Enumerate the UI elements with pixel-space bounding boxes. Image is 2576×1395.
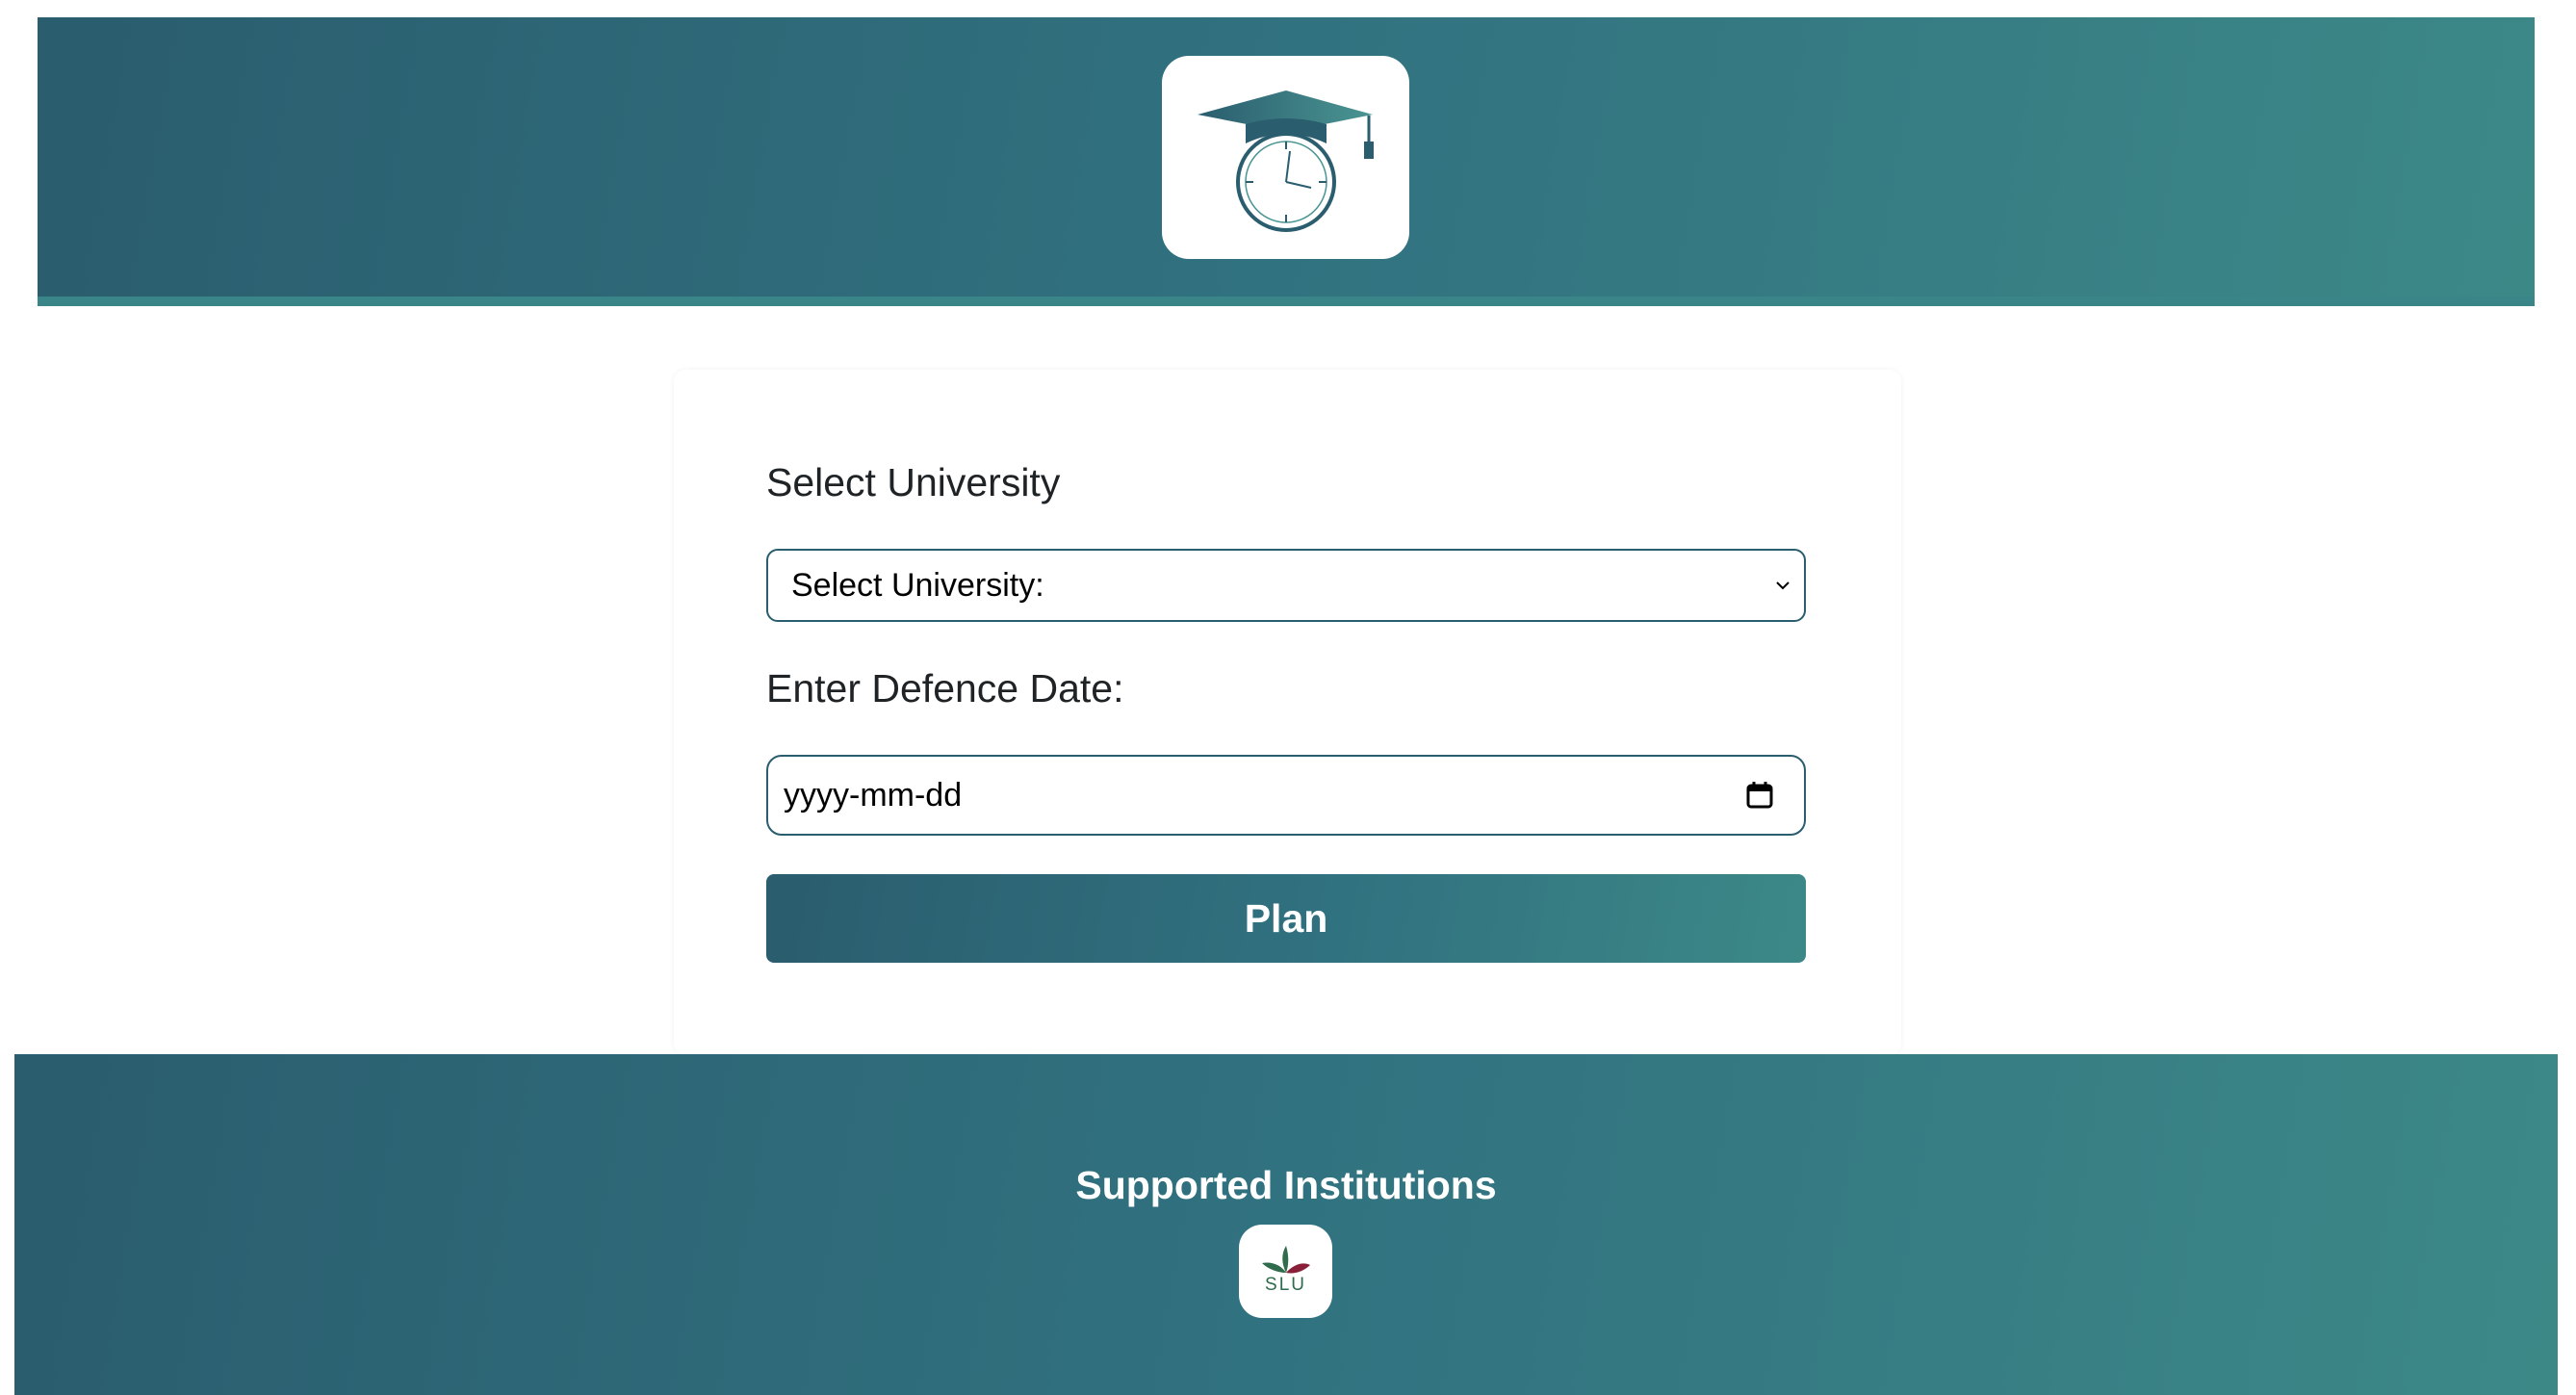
graduation-cap-clock-icon xyxy=(1197,90,1374,232)
header-banner xyxy=(38,17,2535,306)
footer: Supported Institutions SLU xyxy=(14,1054,2558,1395)
supported-institutions-title: Supported Institutions xyxy=(1075,1163,1497,1207)
defence-date-input[interactable]: yyyy-mm-dd xyxy=(766,755,1806,836)
plan-button[interactable]: Plan xyxy=(766,874,1806,963)
header-accent-strip xyxy=(38,297,2535,306)
date-placeholder: yyyy-mm-dd xyxy=(784,777,963,814)
defence-date-label: Enter Defence Date: xyxy=(766,666,1124,710)
app-logo xyxy=(1162,56,1409,259)
university-label: Select University xyxy=(766,460,1061,504)
calendar-icon[interactable] xyxy=(1744,780,1775,811)
institution-slu-logo[interactable]: SLU xyxy=(1239,1225,1332,1318)
slu-logo-text: SLU xyxy=(1265,1275,1306,1295)
university-select-value: Select University: xyxy=(791,567,1044,604)
university-select[interactable]: Select University: xyxy=(766,549,1806,622)
chevron-down-icon xyxy=(1776,581,1790,590)
planner-form-card: Select University Select University: Ent… xyxy=(674,370,1901,1055)
